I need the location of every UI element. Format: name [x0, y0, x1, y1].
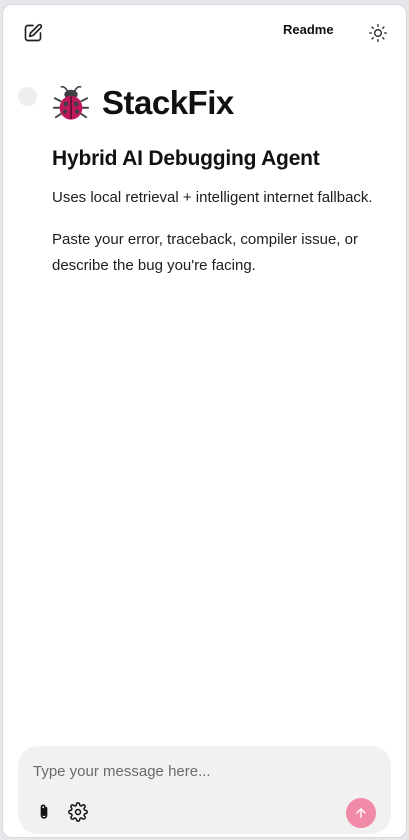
attach-button[interactable]	[30, 798, 58, 826]
app-name: StackFix	[102, 84, 234, 121]
app-window: Readme StackFix Hybrid AI Debugging Agen…	[2, 4, 407, 838]
arrow-up-icon	[356, 808, 366, 818]
brand: StackFix	[52, 81, 387, 125]
description-paragraph: Uses local retrieval + intelligent inter…	[52, 189, 373, 206]
welcome-message: StackFix Hybrid AI Debugging Agent Uses …	[52, 81, 387, 279]
edit-icon	[24, 23, 43, 42]
paperclip-icon	[40, 804, 48, 819]
send-button[interactable]	[346, 798, 376, 828]
page-title: Hybrid AI Debugging Agent	[52, 147, 320, 170]
instruction-paragraph: Paste your error, traceback, compiler is…	[52, 231, 358, 274]
new-chat-button[interactable]	[19, 19, 47, 47]
message-input[interactable]	[33, 759, 373, 783]
theme-toggle-button[interactable]	[364, 19, 392, 47]
settings-button[interactable]	[64, 798, 92, 826]
assistant-avatar	[18, 87, 37, 106]
gear-icon	[68, 802, 88, 822]
message-composer	[18, 746, 391, 834]
readme-link[interactable]: Readme	[283, 22, 334, 37]
sun-icon	[369, 24, 387, 42]
ladybug-icon	[52, 85, 90, 120]
